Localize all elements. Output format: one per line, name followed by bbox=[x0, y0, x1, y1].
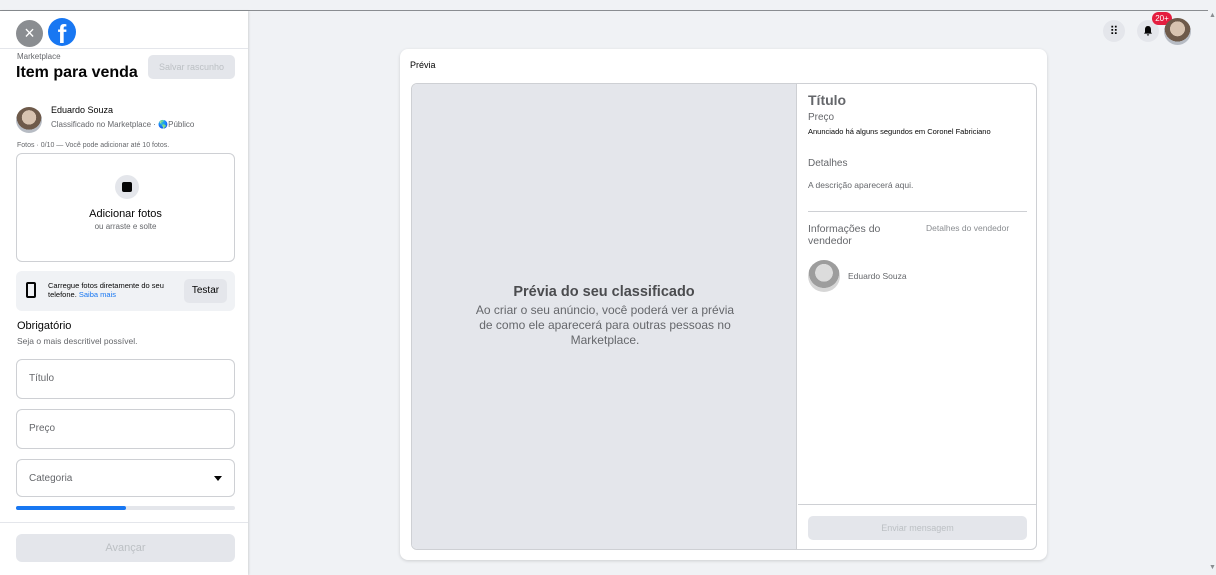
required-subtext: Seja o mais descritivel possível. bbox=[17, 336, 138, 346]
price-placeholder: Preço bbox=[29, 423, 56, 434]
progress-fill bbox=[16, 506, 126, 510]
preview-details-heading: Detalhes bbox=[808, 158, 848, 169]
preview-card: Prévia Prévia do seu classificado Ao cri… bbox=[400, 49, 1047, 560]
preview-placeholder-text: Ao criar o seu anúncio, você poderá ver … bbox=[475, 303, 735, 347]
add-photos-label: Adicionar fotos bbox=[89, 208, 162, 220]
user-name: Eduardo Souza bbox=[51, 105, 114, 115]
listing-visibility: Classificado no Marketplace · 🌎Público bbox=[51, 120, 195, 129]
seller-name: Eduardo Souza bbox=[848, 271, 907, 281]
preview-divider bbox=[808, 211, 1027, 212]
account-avatar[interactable] bbox=[1164, 18, 1191, 45]
scroll-down-icon[interactable]: ▼ bbox=[1209, 564, 1216, 571]
page-title: Item para venda bbox=[16, 64, 138, 81]
test-button[interactable]: Testar bbox=[184, 279, 227, 303]
price-input[interactable]: Preço bbox=[16, 409, 235, 449]
preview-item-price: Preço bbox=[808, 112, 835, 123]
preview-placeholder-title: Prévia do seu classificado bbox=[513, 284, 695, 300]
send-message-button[interactable]: Enviar mensagem bbox=[808, 516, 1027, 540]
preview-description: A descrição aparecerá aqui. bbox=[808, 180, 914, 190]
footer-divider bbox=[0, 522, 248, 523]
scroll-up-icon[interactable]: ▲ bbox=[1209, 12, 1216, 19]
avatar bbox=[16, 107, 42, 133]
add-photo-icon bbox=[115, 175, 139, 199]
preview-label: Prévia bbox=[410, 60, 436, 70]
breadcrumb[interactable]: Marketplace bbox=[17, 52, 61, 61]
preview-bottom-divider bbox=[798, 504, 1036, 505]
facebook-logo-icon[interactable]: f bbox=[48, 18, 76, 46]
preview-item-title: Título bbox=[808, 92, 847, 108]
required-heading: Obrigatório bbox=[17, 320, 72, 332]
close-icon[interactable]: × bbox=[16, 20, 43, 47]
photo-hint: Fotos · 0/10 — Você pode adicionar até 1… bbox=[17, 142, 170, 149]
seller-avatar bbox=[808, 260, 840, 292]
preview-image-area: Prévia do seu classificado Ao criar o se… bbox=[412, 84, 797, 549]
category-placeholder: Categoria bbox=[29, 473, 73, 484]
seller-info-heading: Informações do vendedor bbox=[808, 223, 881, 247]
save-draft-button[interactable]: Salvar rascunho bbox=[148, 55, 235, 79]
phone-upload-text: Carregue fotos diretamente do seu telefo… bbox=[48, 281, 178, 299]
category-select[interactable]: Categoria bbox=[16, 459, 235, 497]
add-photos-dropzone[interactable]: Adicionar fotos ou arraste e solte bbox=[16, 153, 235, 262]
title-input[interactable]: Título bbox=[16, 359, 235, 399]
chevron-down-icon bbox=[214, 476, 222, 481]
drag-drop-hint: ou arraste e solte bbox=[94, 222, 157, 231]
seller-details-link[interactable]: Detalhes do vendedor bbox=[926, 223, 1009, 233]
next-button[interactable]: Avançar bbox=[16, 534, 235, 562]
learn-more-link[interactable]: Saiba mais bbox=[79, 290, 116, 299]
form-progress-bar bbox=[16, 506, 235, 510]
phone-icon bbox=[26, 282, 36, 298]
menu-grid-icon[interactable]: ⠿ bbox=[1103, 20, 1125, 42]
seller-row: Eduardo Souza Classificado no Marketplac… bbox=[16, 105, 236, 135]
preview-details: Título Preço Anunciado há alguns segundo… bbox=[798, 84, 1036, 549]
title-placeholder: Título bbox=[29, 373, 55, 384]
preview-frame: Prévia do seu classificado Ao criar o se… bbox=[411, 83, 1037, 550]
panel-header: × f bbox=[0, 11, 248, 49]
phone-upload-box: Carregue fotos diretamente do seu telefo… bbox=[16, 271, 235, 311]
page-scrollbar[interactable]: ▲ ▼ bbox=[1208, 0, 1216, 575]
preview-listed-text: Anunciado há alguns segundos em Coronel … bbox=[808, 127, 991, 136]
